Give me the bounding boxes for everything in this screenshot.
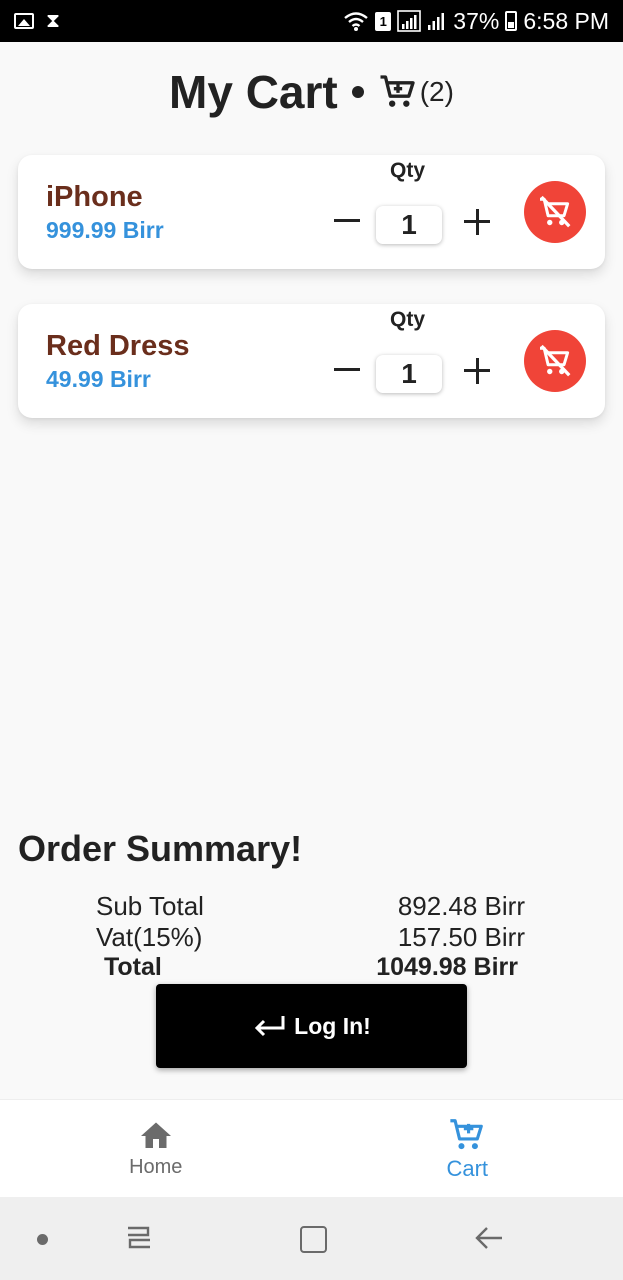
recent-apps-icon[interactable]	[122, 1223, 156, 1253]
qty-label: Qty	[390, 159, 426, 182]
remove-item-button[interactable]	[524, 181, 586, 243]
login-button-label: Log In!	[294, 1012, 371, 1039]
vat-value: 157.50 Birr	[397, 922, 525, 952]
status-bar: ⧗ 1 37% 6:58 PM	[0, 0, 623, 42]
item-name: Red Dress	[46, 330, 190, 362]
signal-secondary-icon	[428, 13, 445, 30]
vat-label: Vat(15%)	[96, 922, 203, 952]
remove-from-cart-icon	[540, 344, 571, 377]
increase-qty-button[interactable]	[462, 356, 492, 386]
subtotal-value: 892.48 Birr	[397, 891, 525, 921]
subtotal-row: Sub Total 892.48 Birr	[0, 891, 623, 923]
clock: 6:58 PM	[523, 7, 609, 34]
bottom-nav: Home Cart	[0, 1099, 623, 1197]
decrease-qty-button[interactable]	[332, 354, 362, 384]
shopping-cart-icon	[380, 75, 415, 107]
qty-value[interactable]: 1	[376, 206, 442, 244]
remove-from-cart-icon	[540, 195, 571, 228]
wifi-icon	[344, 12, 369, 31]
cart-header: My Cart (2)	[0, 60, 623, 124]
remove-item-button[interactable]	[524, 330, 586, 392]
cart-item: Red Dress 49.99 Birr Qty 1	[18, 304, 605, 418]
add-to-cart-icon	[450, 1118, 484, 1149]
nav-home[interactable]: Home	[0, 1100, 312, 1197]
login-button[interactable]: Log In!	[156, 984, 467, 1068]
home-icon	[140, 1122, 171, 1148]
item-price: 999.99 Birr	[46, 217, 164, 243]
system-back-icon[interactable]	[472, 1222, 506, 1254]
order-summary-title: Order Summary!	[18, 828, 303, 869]
cart-count: (2)	[419, 76, 454, 107]
total-value: 1049.98 Birr	[376, 953, 518, 981]
nav-home-label: Home	[129, 1156, 183, 1178]
enter-arrow-icon	[255, 1016, 285, 1037]
qty-value[interactable]: 1	[376, 355, 442, 393]
page-title: My Cart	[169, 66, 338, 118]
vat-row: Vat(15%) 157.50 Birr	[0, 922, 623, 954]
sim-indicator: 1	[375, 11, 392, 31]
total-label: Total	[104, 953, 162, 981]
battery-percent: 37%	[453, 7, 500, 34]
nav-cart-label: Cart	[446, 1155, 489, 1181]
qty-label: Qty	[390, 308, 426, 331]
cart-item: iPhone 999.99 Birr Qty 1	[18, 155, 605, 269]
nav-cart[interactable]: Cart	[312, 1100, 623, 1197]
battery-icon	[505, 11, 518, 31]
total-row: Total 1049.98 Birr	[0, 953, 623, 985]
status-right: 1 37% 6:58 PM	[343, 8, 609, 35]
system-home-icon[interactable]	[300, 1226, 327, 1253]
system-dot-icon[interactable]	[37, 1234, 48, 1245]
header-cart-count: (2)	[378, 72, 454, 112]
status-left: ⧗	[14, 11, 60, 31]
item-name: iPhone	[46, 181, 143, 213]
signal-icon	[397, 10, 422, 32]
subtotal-label: Sub Total	[96, 891, 204, 921]
decrease-qty-button[interactable]	[332, 205, 362, 235]
hourglass-icon: ⧗	[46, 10, 61, 32]
title-separator-dot	[351, 86, 364, 98]
increase-qty-button[interactable]	[462, 207, 492, 237]
gallery-notification-icon	[14, 13, 34, 29]
item-price: 49.99 Birr	[46, 366, 151, 392]
system-nav-bar	[0, 1197, 623, 1280]
